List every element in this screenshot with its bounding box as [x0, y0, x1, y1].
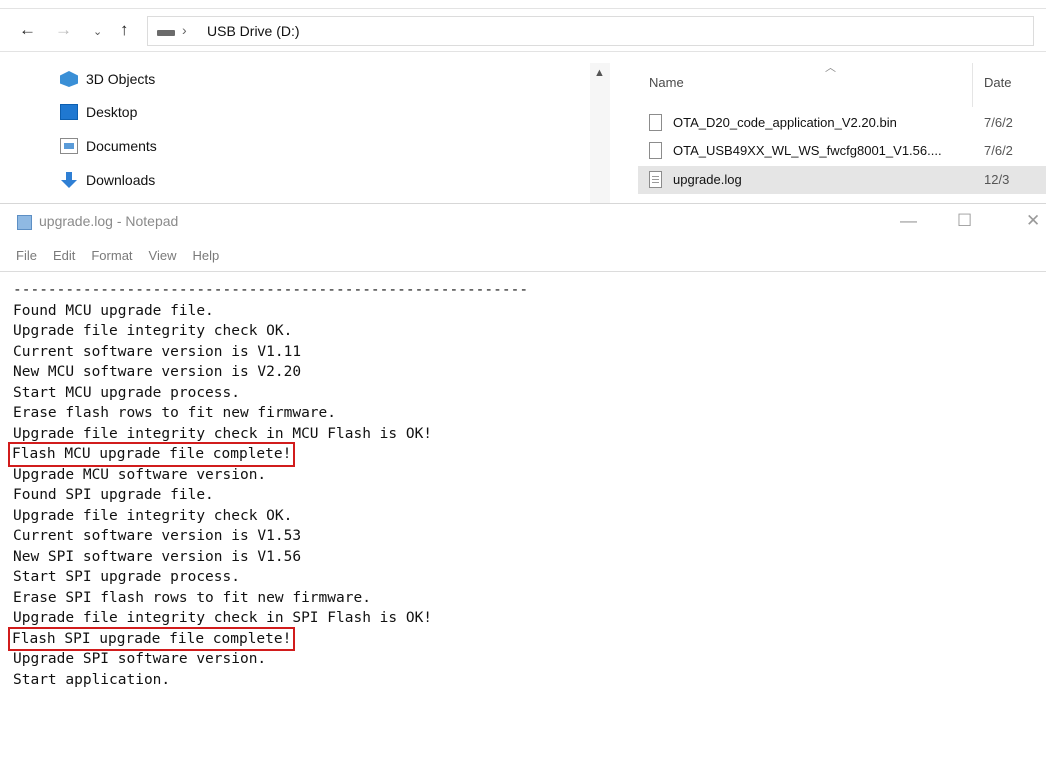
log-line: Upgrade file integrity check in SPI Flas…	[13, 610, 433, 626]
tree-item-label: Downloads	[86, 172, 156, 188]
text-editor-area[interactable]: ----------------------------------------…	[0, 271, 1046, 780]
file-row-selected[interactable]: upgrade.log 12/3	[638, 166, 1046, 194]
log-line: New MCU software version is V2.20	[13, 364, 302, 380]
file-date: 7/6/2	[984, 115, 1013, 130]
log-line: Upgrade file integrity check OK.	[13, 323, 293, 339]
log-line: Start MCU upgrade process.	[13, 384, 240, 401]
menu-format[interactable]: Format	[91, 248, 132, 263]
scroll-up-icon[interactable]: ▲	[594, 67, 605, 79]
file-name: upgrade.log	[673, 172, 742, 187]
arrow-right-icon[interactable]: →	[55, 21, 72, 38]
file-row[interactable]: OTA_D20_code_application_V2.20.bin 7/6/2	[638, 109, 1046, 137]
log-line-highlighted: Flash SPI upgrade file complete!	[7, 626, 528, 651]
navigation-pane: 3D Objects Desktop Documents Downloads	[0, 63, 590, 203]
log-line: Current software version is V1.53	[13, 528, 302, 544]
file-date: 12/3	[984, 172, 1010, 187]
tree-item-label: 3D Objects	[86, 71, 156, 87]
breadcrumb-location[interactable]: USB Drive (D:)	[207, 23, 300, 39]
menu-help[interactable]: Help	[192, 248, 219, 263]
3d-objects-icon	[60, 71, 78, 87]
arrow-up-icon[interactable]: ↑	[120, 21, 129, 38]
tree-item-label: Documents	[86, 138, 157, 154]
sort-ascending-icon: ︿	[825, 62, 836, 74]
log-line: Found MCU upgrade file.	[13, 302, 214, 319]
close-button[interactable]: ✕	[1026, 212, 1040, 229]
file-name: OTA_USB49XX_WL_WS_fwcfg8001_V1.56....	[673, 143, 942, 158]
log-line: Upgrade file integrity check in MCU Flas…	[13, 425, 433, 442]
column-header-date[interactable]: Date	[984, 75, 1011, 90]
breadcrumb-separator: ›	[182, 22, 187, 38]
downloads-icon	[60, 172, 78, 188]
minimize-button[interactable]: —	[900, 212, 917, 229]
window-title: upgrade.log - Notepad	[39, 213, 179, 229]
log-line: Upgrade file integrity check OK.	[13, 507, 293, 524]
menu-view[interactable]: View	[149, 248, 177, 263]
log-line: Upgrade MCU software version.	[13, 466, 267, 483]
file-icon	[649, 114, 662, 131]
desktop-icon	[60, 104, 78, 120]
notepad-window: upgrade.log - Notepad — ☐ ✕ File Edit Form…	[0, 203, 1046, 779]
file-explorer-window: ← → ⌄ ↑ › USB Drive (D:) 3D Objects Desk…	[0, 0, 1046, 203]
log-line: Upgrade SPI software version.	[13, 651, 267, 667]
text-file-icon	[649, 171, 662, 188]
log-line: Found SPI upgrade file.	[13, 487, 214, 503]
log-line: New SPI software version is V1.56	[13, 548, 302, 565]
tree-item-label: Desktop	[86, 104, 138, 120]
log-line: Erase SPI flash rows to fit new firmware…	[13, 589, 371, 606]
file-icon	[649, 142, 662, 159]
log-line: ----------------------------------------…	[13, 282, 529, 298]
file-row[interactable]: OTA_USB49XX_WL_WS_fwcfg8001_V1.56.... 7/…	[638, 137, 1046, 165]
menu-edit[interactable]: Edit	[53, 248, 75, 263]
menu-bar: File Edit Format View Help	[0, 247, 1046, 271]
log-text: ----------------------------------------…	[7, 280, 529, 690]
log-line: Erase flash rows to fit new firmware.	[13, 405, 337, 421]
chevron-down-icon[interactable]: ⌄	[93, 24, 102, 41]
usb-drive-icon	[157, 30, 175, 36]
maximize-button[interactable]: ☐	[957, 212, 972, 229]
address-bar: ← → ⌄ ↑ › USB Drive (D:)	[0, 8, 1046, 52]
arrow-left-icon[interactable]: ←	[19, 21, 36, 38]
menu-file[interactable]: File	[16, 248, 37, 263]
column-header-name[interactable]: Name	[649, 75, 684, 90]
breadcrumb[interactable]: › USB Drive (D:)	[147, 16, 1034, 46]
highlight-box-spi-complete: Flash SPI upgrade file complete!	[7, 626, 296, 651]
highlight-box-mcu-complete: Flash MCU upgrade file complete!	[7, 442, 296, 467]
log-line: Current software version is V1.11	[13, 343, 302, 360]
log-line: Start application.	[13, 671, 171, 688]
column-divider[interactable]	[972, 63, 973, 107]
log-line-highlighted: Flash MCU upgrade file complete!	[7, 442, 528, 467]
log-line: Start SPI upgrade process.	[13, 569, 240, 585]
documents-icon	[60, 138, 78, 154]
file-list: ︿ Name Date OTA_D20_code_application_V2.…	[612, 62, 1046, 203]
navigation-scrollbar[interactable]	[590, 63, 610, 203]
notepad-icon	[17, 215, 32, 230]
file-date: 7/6/2	[984, 143, 1013, 158]
file-name: OTA_D20_code_application_V2.20.bin	[673, 115, 897, 130]
